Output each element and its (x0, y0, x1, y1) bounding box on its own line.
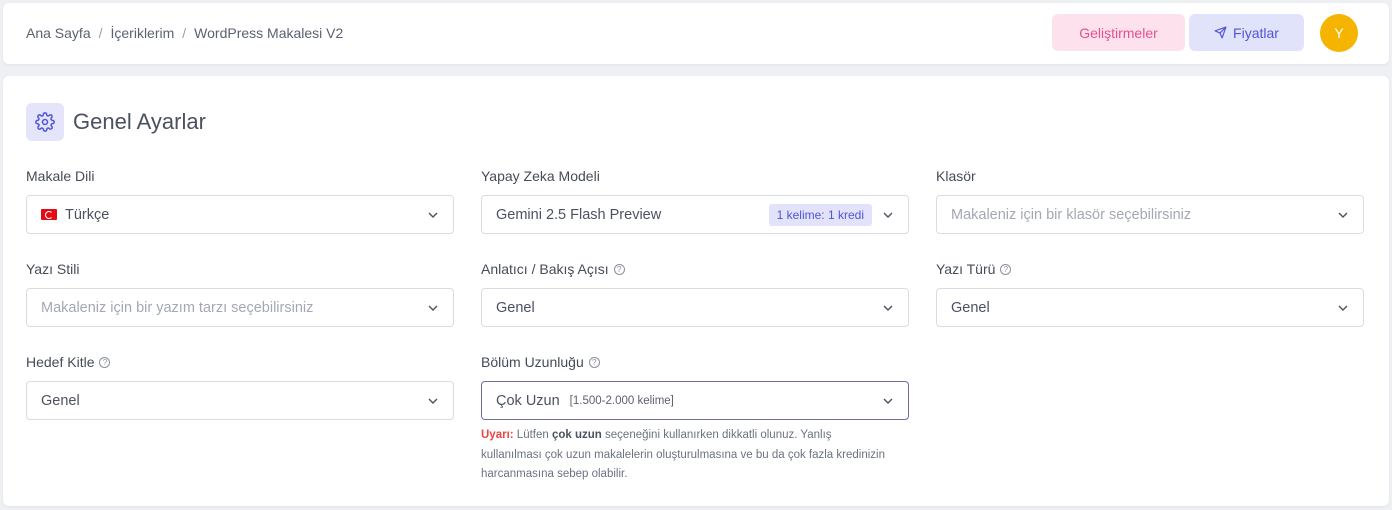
folder-placeholder: Makaleniz için bir klasör seçebilirsiniz (951, 206, 1192, 223)
chevron-down-icon (1338, 212, 1348, 218)
breadcrumb-home[interactable]: Ana Sayfa (26, 25, 91, 41)
section-header: Genel Ayarlar (26, 103, 206, 141)
tr-flag-icon (41, 209, 57, 220)
help-icon[interactable]: ? (99, 356, 111, 368)
audience-select[interactable]: Genel (26, 381, 454, 420)
chevron-down-icon (883, 305, 893, 311)
general-settings-card: Genel Ayarlar Makale Dili Türkçe Yapay Z… (3, 76, 1389, 506)
length-label: Bölüm Uzunluğu ? (481, 354, 600, 370)
style-placeholder: Makaleniz için bir yazım tarzı seçebilir… (41, 299, 314, 316)
section-title: Genel Ayarlar (73, 109, 206, 134)
warning-text: Lütfen (513, 429, 552, 441)
breadcrumb-separator: / (98, 25, 103, 41)
style-label: Yazı Stili (26, 261, 80, 277)
send-icon (1214, 26, 1227, 39)
narrator-value: Genel (496, 299, 535, 316)
language-select[interactable]: Türkçe (26, 195, 454, 234)
credit-badge: 1 kelime: 1 kredi (768, 204, 872, 226)
type-value: Genel (951, 299, 990, 316)
folder-label: Klasör (936, 168, 976, 184)
chevron-down-icon (883, 398, 893, 404)
length-warning: Uyarı: Lütfen çok uzun seçeneğini kullan… (481, 426, 891, 485)
chevron-down-icon (883, 212, 893, 218)
top-bar: Ana Sayfa / İçeriklerim / WordPress Maka… (3, 3, 1389, 64)
help-icon[interactable]: ? (588, 356, 600, 368)
chevron-down-icon (1338, 305, 1348, 311)
pricing-label: Fiyatlar (1233, 24, 1279, 41)
audience-label: Hedef Kitle ? (26, 354, 111, 370)
narrator-select[interactable]: Genel (481, 288, 909, 327)
length-hint: [1.500-2.000 kelime] (569, 394, 674, 407)
language-value: Türkçe (65, 206, 110, 223)
warning-label: Uyarı: (481, 429, 514, 441)
model-select[interactable]: Gemini 2.5 Flash Preview 1 kelime: 1 kre… (481, 195, 909, 234)
developments-button[interactable]: Geliştirmeler (1052, 14, 1185, 51)
breadcrumb-separator: / (182, 25, 187, 41)
audience-value: Genel (41, 392, 80, 409)
narrator-label: Anlatıcı / Bakış Açısı ? (481, 261, 625, 277)
help-icon[interactable]: ? (613, 263, 625, 275)
type-select[interactable]: Genel (936, 288, 1364, 327)
chevron-down-icon (428, 398, 438, 404)
chevron-down-icon (428, 212, 438, 218)
help-icon[interactable]: ? (1000, 263, 1012, 275)
breadcrumb-current: WordPress Makalesi V2 (194, 25, 344, 41)
model-value: Gemini 2.5 Flash Preview (496, 206, 662, 223)
chevron-down-icon (428, 305, 438, 311)
style-select[interactable]: Makaleniz için bir yazım tarzı seçebilir… (26, 288, 454, 327)
avatar[interactable]: Y (1320, 14, 1358, 52)
pricing-button[interactable]: Fiyatlar (1189, 14, 1304, 51)
gear-icon (26, 103, 64, 141)
type-label: Yazı Türü ? (936, 261, 1012, 277)
length-select[interactable]: Çok Uzun [1.500-2.000 kelime] (481, 381, 909, 420)
breadcrumb-contents[interactable]: İçeriklerim (111, 25, 175, 41)
language-label: Makale Dili (26, 168, 95, 184)
breadcrumb: Ana Sayfa / İçeriklerim / WordPress Maka… (26, 25, 343, 41)
folder-select[interactable]: Makaleniz için bir klasör seçebilirsiniz (936, 195, 1364, 234)
length-value: Çok Uzun (496, 392, 560, 409)
model-label: Yapay Zeka Modeli (481, 168, 600, 184)
warning-emphasis: çok uzun (551, 429, 602, 441)
